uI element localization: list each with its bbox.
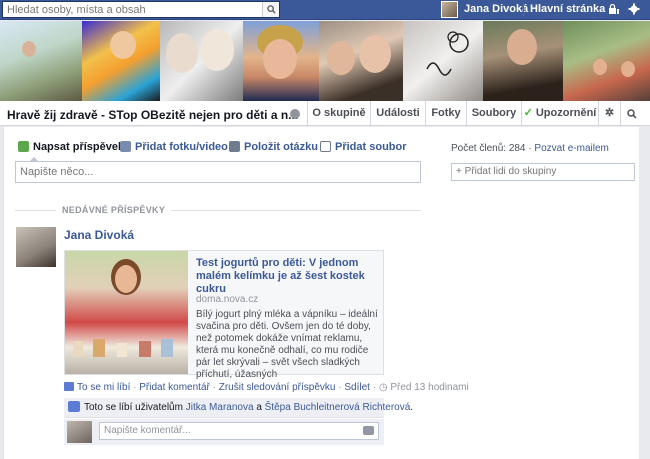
- composer-write-post[interactable]: Napsat příspěvek: [18, 141, 124, 153]
- write-post-icon: [18, 141, 29, 152]
- invite-email-link[interactable]: Pozvat e-mailem: [534, 143, 608, 154]
- post-author-name[interactable]: Jana Divoká: [64, 228, 134, 242]
- like-icon: [64, 382, 74, 391]
- tab-about[interactable]: O skupině: [307, 101, 370, 126]
- question-icon: [229, 141, 240, 152]
- search-button[interactable]: [262, 2, 279, 17]
- liker-link[interactable]: Štěpa Buchleitnerová Richterová: [265, 402, 411, 413]
- friends-lock-icon[interactable]: [608, 3, 620, 18]
- composer-ask-question[interactable]: Položit otázku: [229, 141, 318, 153]
- comment-input[interactable]: Napište komentář...: [99, 422, 379, 440]
- settings-gear-icon[interactable]: [628, 3, 640, 18]
- tab-events[interactable]: Události: [370, 101, 425, 126]
- cover-photo-tile: [319, 21, 403, 101]
- likes-summary: Toto se líbí uživatelům Jitka Maranova a…: [64, 398, 413, 418]
- composer-input[interactable]: Napište něco...: [15, 161, 421, 183]
- post-timestamp[interactable]: Před 13 hodinami: [390, 382, 468, 393]
- tab-label: O skupině: [312, 107, 366, 119]
- checkmark-icon: ✓: [523, 107, 533, 119]
- post-author-avatar[interactable]: [16, 227, 56, 267]
- camera-icon[interactable]: [363, 426, 374, 435]
- photo-icon: [120, 141, 131, 152]
- post-actions: To se mi líbí · Přidat komentář · Zrušit…: [64, 382, 469, 393]
- attachment-title-link[interactable]: Test jogurtů pro děti: V jednom malém ke…: [196, 257, 376, 296]
- top-bar: Jana Divoká Hlavní stránka: [0, 0, 650, 20]
- liker-link[interactable]: Jitka Maranova: [186, 402, 254, 413]
- topbar-divider: [523, 3, 524, 16]
- tab-label: Upozornění: [535, 107, 597, 119]
- group-nav-bar: Hravě žij zdravě - STop OBezitě nejen pr…: [0, 101, 650, 126]
- commenter-avatar: [67, 421, 92, 443]
- tab-label: Fotky: [431, 107, 461, 119]
- composer-add-file[interactable]: Přidat soubor: [320, 141, 407, 153]
- search-icon: [267, 5, 276, 14]
- tab-files[interactable]: Soubory: [466, 101, 521, 126]
- attachment-description: Bílý jogurt plný mléka a vápníku – ideál…: [196, 309, 378, 380]
- tab-photos[interactable]: Fotky: [425, 101, 466, 126]
- tab-notifications[interactable]: ✓ Upozornění: [521, 101, 598, 126]
- clock-icon: ◷: [378, 382, 388, 393]
- cover-photo-tile: [243, 21, 319, 101]
- home-link[interactable]: Hlavní stránka: [530, 3, 605, 15]
- gear-icon: ✲: [604, 107, 615, 119]
- tab-label: Soubory: [471, 107, 517, 119]
- unfollow-post-button[interactable]: Zrušit sledování příspěvku: [219, 382, 336, 393]
- comment-button[interactable]: Přidat komentář: [139, 382, 210, 393]
- user-name-link[interactable]: Jana Divoká: [464, 3, 528, 15]
- search-input[interactable]: [3, 2, 259, 17]
- file-icon: [320, 141, 331, 152]
- attachment-thumbnail[interactable]: [65, 251, 188, 374]
- globe-icon: [290, 109, 300, 119]
- thumbs-up-icon: [68, 401, 80, 412]
- group-title[interactable]: Hravě žij zdravě - STop OBezitě nejen pr…: [7, 108, 298, 122]
- like-button[interactable]: To se mi líbí: [77, 382, 130, 393]
- comment-box: Napište komentář...: [64, 419, 384, 445]
- composer-add-photo[interactable]: Přidat fotku/video: [120, 141, 228, 153]
- share-button[interactable]: Sdílet: [344, 382, 370, 393]
- group-cover-photo[interactable]: [0, 21, 650, 101]
- search-box[interactable]: [2, 1, 280, 18]
- tab-label: Události: [376, 107, 420, 119]
- cover-photo-tile: [0, 21, 82, 101]
- cover-photo-tile: [563, 21, 650, 101]
- recent-posts-label: NEDÁVNÉ PŘÍSPĚVKY: [56, 205, 172, 215]
- link-attachment[interactable]: Test jogurtů pro děti: V jednom malém ke…: [64, 250, 384, 380]
- cover-photo-tile: [82, 21, 160, 101]
- add-people-input[interactable]: + Přidat lidi do skupiny: [451, 163, 635, 181]
- search-icon: [626, 109, 637, 119]
- group-settings-button[interactable]: ✲: [598, 101, 620, 126]
- group-search-button[interactable]: [620, 101, 642, 126]
- user-avatar[interactable]: [441, 1, 458, 18]
- cover-photo-tile: [403, 21, 483, 101]
- attachment-domain: doma.nova.cz: [196, 294, 259, 305]
- cover-photo-tile: [483, 21, 563, 101]
- member-count: Počet členů: 284 · Pozvat e-mailem: [451, 143, 609, 154]
- cover-photo-tile: [160, 21, 243, 101]
